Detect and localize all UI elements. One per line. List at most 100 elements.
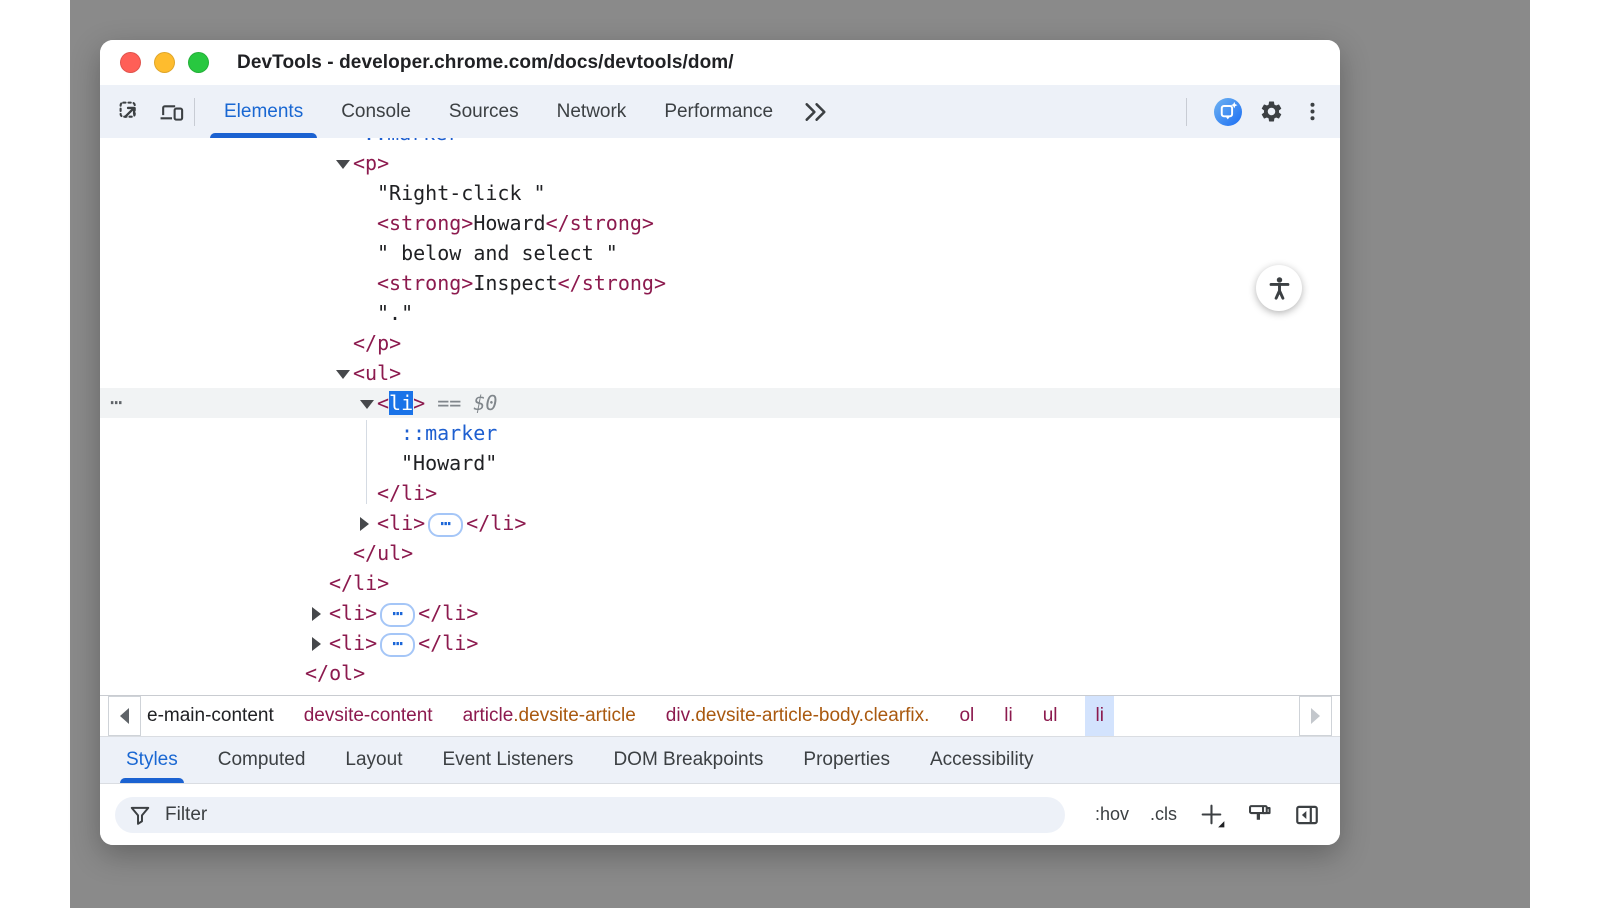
breadcrumb-scroll-right-button[interactable] <box>1299 696 1332 736</box>
dom-tree-row-content: <strong>Howard</strong> <box>100 208 1340 238</box>
dom-tree-row[interactable]: </li> <box>100 568 1340 598</box>
accessibility-icon <box>1266 275 1293 302</box>
selected-row-hint-dots: ⋯ <box>110 388 123 418</box>
dom-tree-row[interactable]: ::marker <box>100 418 1340 448</box>
close-window-button[interactable] <box>120 52 141 73</box>
dom-tree-row[interactable]: <ul> <box>100 358 1340 388</box>
breadcrumb-item-e-main-content[interactable]: e-main-content <box>145 696 276 736</box>
inspect-element-icon[interactable] <box>118 100 141 123</box>
disclosure-collapsed-icon[interactable] <box>312 600 329 630</box>
dom-tree-row[interactable]: "Right-click " <box>100 178 1340 208</box>
ellipsis-adorner[interactable] <box>428 513 463 537</box>
toolbar-divider <box>194 98 195 126</box>
dom-tree-row-content: <ul> <box>100 358 1340 390</box>
breadcrumb-item-ul[interactable]: ul <box>1041 696 1060 736</box>
disclosure-expanded-icon[interactable] <box>360 390 377 420</box>
tab-styles[interactable]: Styles <box>106 737 198 783</box>
disclosure-expanded-icon[interactable] <box>336 360 353 390</box>
token-tag: </strong> <box>546 211 654 235</box>
ellipsis-adorner[interactable] <box>380 603 415 627</box>
ai-assistant-icon[interactable] <box>1214 98 1242 126</box>
breadcrumb-part: e-main-content <box>147 705 274 727</box>
disclosure-expanded-icon[interactable] <box>336 150 353 180</box>
disclosure-collapsed-icon[interactable] <box>312 630 329 660</box>
breadcrumb-part: .devsite-article-body.clearfix. <box>690 705 929 727</box>
dom-tree-row[interactable]: <li></li> <box>100 598 1340 628</box>
dom-tree-row[interactable]: <strong>Howard</strong> <box>100 208 1340 238</box>
tab-accessibility[interactable]: Accessibility <box>910 737 1053 783</box>
tab-sources[interactable]: Sources <box>430 85 538 138</box>
toolbar-divider-right <box>1186 98 1187 126</box>
minimize-window-button[interactable] <box>154 52 175 73</box>
kebab-menu-icon[interactable] <box>1301 100 1324 123</box>
styles-filter-bar: :hov .cls <box>100 784 1340 845</box>
new-style-rule-button[interactable] <box>1198 801 1226 829</box>
dom-tree-row-content: ::marker <box>100 418 1340 448</box>
breadcrumb: e-main-content devsite-content article.dev… <box>100 695 1340 737</box>
tab-dom-breakpoints[interactable]: DOM Breakpoints <box>593 737 783 783</box>
dom-tree-row[interactable]: ::marker <box>100 138 1340 148</box>
breadcrumb-item-li[interactable]: li <box>1085 696 1113 736</box>
chevron-right-icon <box>1311 708 1320 724</box>
dom-tree-row-content: " below and select " <box>100 238 1340 268</box>
chevron-left-icon <box>120 708 129 724</box>
dom-tree-row[interactable]: </ol> <box>100 658 1340 688</box>
toggle-sidebar-button[interactable] <box>1294 802 1320 828</box>
breadcrumb-part: div <box>666 705 690 727</box>
breadcrumb-item-li[interactable]: li <box>1002 696 1014 736</box>
toggle-element-state-button[interactable]: :hov <box>1095 804 1129 825</box>
dom-tree-row-content: </li> <box>100 568 1340 598</box>
panel-tabs: ElementsConsoleSourcesNetworkPerformance <box>205 85 792 138</box>
token-text: " below and select " <box>377 241 618 265</box>
tab-performance[interactable]: Performance <box>645 85 792 138</box>
paint-roller-icon[interactable] <box>1247 802 1273 828</box>
zoom-window-button[interactable] <box>188 52 209 73</box>
dom-tree-row[interactable]: "Howard" <box>100 448 1340 478</box>
token-tag: <li> <box>377 511 425 535</box>
device-toolbar-icon[interactable] <box>159 100 184 123</box>
gear-icon[interactable] <box>1259 99 1284 124</box>
tab-network[interactable]: Network <box>538 85 646 138</box>
ellipsis-adorner[interactable] <box>380 633 415 657</box>
filter-input[interactable] <box>163 803 1027 827</box>
token-tag: </li> <box>418 601 478 625</box>
dom-tree-row[interactable]: </li> <box>100 478 1340 508</box>
dom-tree-row[interactable]: <p> <box>100 148 1340 178</box>
dom-tree-row-content: <strong>Inspect</strong> <box>100 268 1340 298</box>
tab-event-listeners[interactable]: Event Listeners <box>422 737 593 783</box>
breadcrumb-part: ul <box>1043 705 1058 727</box>
breadcrumb-scroll-left-button[interactable] <box>108 696 141 736</box>
tab-elements[interactable]: Elements <box>205 85 322 138</box>
token-tag: <p> <box>353 151 389 175</box>
dom-tree-row-content: <p> <box>100 148 1340 180</box>
disclosure-collapsed-icon[interactable] <box>360 510 377 540</box>
accessibility-overlay-button[interactable] <box>1256 265 1302 311</box>
dom-tree-row[interactable]: <li></li> <box>100 508 1340 538</box>
dom-tree-row-selected[interactable]: ⋯<li> == $0 <box>100 388 1340 418</box>
tab-properties[interactable]: Properties <box>783 737 910 783</box>
tab-computed[interactable]: Computed <box>198 737 326 783</box>
dom-tree-row[interactable]: </ul> <box>100 538 1340 568</box>
breadcrumb-part: ol <box>959 705 974 727</box>
breadcrumb-part: devsite-content <box>304 705 433 727</box>
token-tag: </li> <box>377 481 437 505</box>
element-classes-button[interactable]: .cls <box>1150 804 1177 825</box>
dom-tree-row[interactable]: <strong>Inspect</strong> <box>100 268 1340 298</box>
token-tag: <ul> <box>353 361 401 385</box>
token-dollar: $0 <box>473 391 497 415</box>
breadcrumb-item-article-devsite-article[interactable]: article.devsite-article <box>461 696 638 736</box>
tab-layout[interactable]: Layout <box>325 737 422 783</box>
token-tag: </li> <box>329 571 389 595</box>
tab-console[interactable]: Console <box>322 85 430 138</box>
breadcrumb-item-ol[interactable]: ol <box>957 696 976 736</box>
breadcrumb-item-devsite-content[interactable]: devsite-content <box>302 696 435 736</box>
dom-tree-row[interactable]: <li></li> <box>100 628 1340 658</box>
breadcrumb-item-div-devsite-article-body-clearfix-[interactable]: div.devsite-article-body.clearfix. <box>664 696 932 736</box>
dom-tree-row[interactable]: "." <box>100 298 1340 328</box>
dom-tree-row[interactable]: " below and select " <box>100 238 1340 268</box>
token-pseudo: ::marker <box>363 138 459 145</box>
dom-tree-row-content: </p> <box>100 328 1340 358</box>
devtools-window: DevTools - developer.chrome.com/docs/dev… <box>100 40 1340 845</box>
more-tabs-icon[interactable] <box>792 101 839 123</box>
dom-tree-row[interactable]: </p> <box>100 328 1340 358</box>
